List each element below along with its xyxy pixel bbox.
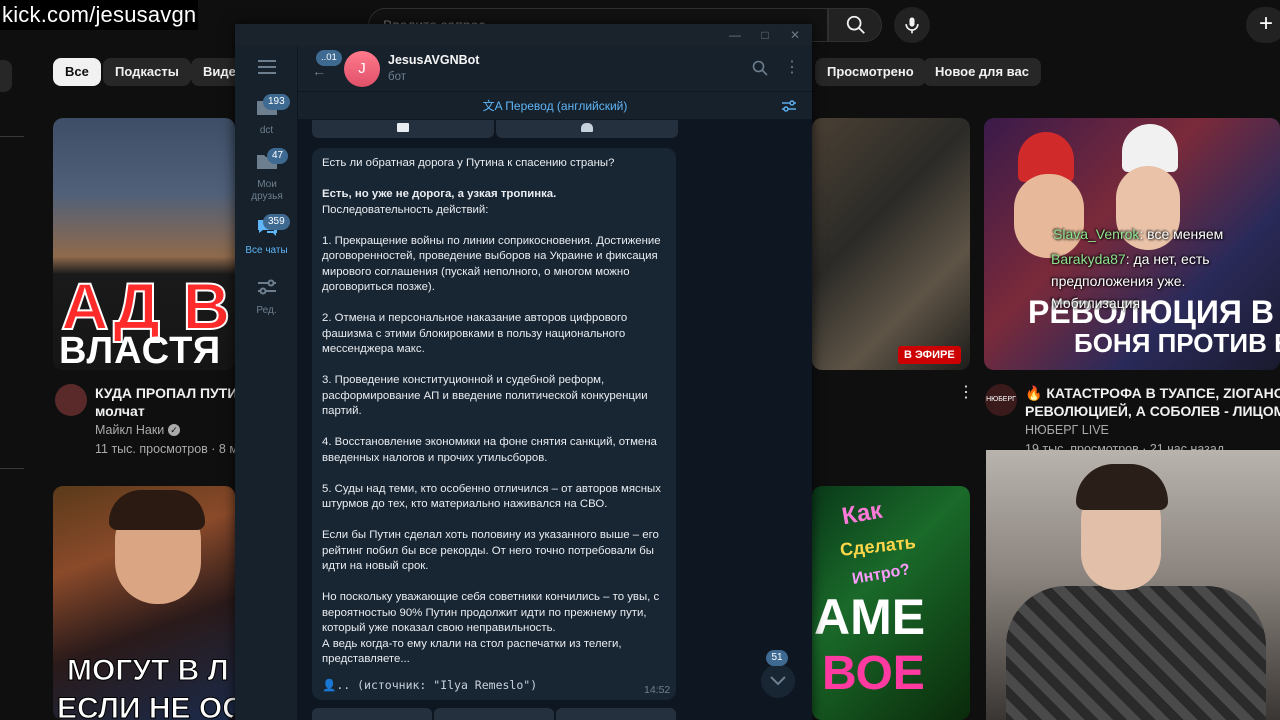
video-title[interactable]: КУДА ПРОПАЛ ПУТИН xyxy=(95,384,248,402)
thumbnail-face xyxy=(1014,174,1084,258)
message-bubble[interactable]: Есть ли обратная дорога у Путина к спасе… xyxy=(312,148,676,700)
settings-sliders-icon[interactable] xyxy=(782,100,796,112)
folder-label: Ред. xyxy=(256,305,277,316)
divider xyxy=(0,468,24,469)
chat-area: Есть ли обратная дорога у Путина к спасе… xyxy=(298,120,812,720)
translate-bar[interactable]: 文A Перевод (английский) xyxy=(298,92,812,120)
user-icon xyxy=(581,123,593,132)
video-thumbnail[interactable]: МОГУТ В Л ЕСЛИ НЕ ОСТА xyxy=(53,486,235,720)
chat-status: бот xyxy=(388,71,406,83)
chat-header: ← ..01 J JesusAVGNBot бот ⋮ xyxy=(298,46,812,92)
inline-keyboard-button[interactable] xyxy=(434,708,554,720)
video-thumbnail[interactable]: В ЭФИРЕ xyxy=(812,118,970,370)
message-time: 14:52 xyxy=(644,684,671,696)
thumbnail-text: Сделать xyxy=(839,532,917,560)
folder-label: dct xyxy=(259,125,274,136)
webcam-overlay xyxy=(986,450,1280,720)
stream-chat-line: Barakyda87: да нет, есть xyxy=(1051,251,1210,267)
chip-watched[interactable]: Просмотрено xyxy=(815,58,926,86)
thumbnail-text: МОГУТ В Л xyxy=(67,654,230,688)
fire-icon: 🔥 xyxy=(1025,385,1043,401)
folder-label: Все чаты xyxy=(245,245,288,256)
title-bar: — □ ✕ xyxy=(235,24,812,46)
edit-icon xyxy=(257,279,276,295)
video-title-line2[interactable]: РЕВОЛЮЦИЕЙ, А СОБОЛЕВ - ЛИЦОМ І М xyxy=(1025,402,1280,420)
thumbnail-cap xyxy=(1122,124,1178,172)
inline-keyboard-button[interactable] xyxy=(312,708,432,720)
inline-keyboard-button[interactable] xyxy=(496,120,678,138)
chip-all[interactable]: Все xyxy=(53,58,101,86)
translate-icon: 文A xyxy=(482,99,502,113)
channel-name[interactable]: Майкл Наки xyxy=(95,423,164,437)
scroll-to-bottom-button[interactable] xyxy=(761,664,795,698)
stream-chat-line: предположения уже. xyxy=(1051,273,1186,289)
video-meta: 11 тыс. просмотров · 8 м xyxy=(95,442,238,456)
search-button[interactable] xyxy=(828,8,882,42)
user-icon: 👤 xyxy=(322,678,337,692)
folder-label: Мои друзья xyxy=(251,179,283,202)
menu-button[interactable] xyxy=(235,60,298,74)
video-thumbnail[interactable]: РЕВОЛЮЦИЯ В Р БОНЯ ПРОТИВ Е xyxy=(984,118,1280,370)
chip-podcasts[interactable]: Подкасты xyxy=(103,58,191,86)
chip-new-for-you[interactable]: Новое для вас xyxy=(923,58,1041,86)
close-icon[interactable]: ✕ xyxy=(787,27,803,43)
search-icon xyxy=(846,15,865,34)
back-arrow-icon[interactable]: ← xyxy=(312,64,330,78)
telegram-window: — □ ✕ 193 dct 47 Мои друзья 359 Все чаты… xyxy=(235,24,812,720)
thumbnail-text: Интро? xyxy=(850,561,912,588)
inline-keyboard-button[interactable] xyxy=(556,708,676,720)
inline-keyboard-button[interactable] xyxy=(312,120,494,138)
guide-chip-edge xyxy=(0,60,12,92)
channel-name[interactable]: НЮБЕРГ LIVE xyxy=(1025,423,1109,437)
more-options-icon[interactable]: ⋮ xyxy=(784,58,800,78)
translate-label: Перевод (английский) xyxy=(505,99,628,113)
microphone-icon xyxy=(905,17,919,34)
unread-count-badge: 51 xyxy=(766,650,788,666)
chat-title[interactable]: JesusAVGNBot xyxy=(388,53,479,67)
unread-badge: 359 xyxy=(263,214,290,230)
back-unread-badge: ..01 xyxy=(316,50,342,66)
search-icon[interactable] xyxy=(752,60,768,76)
image-icon xyxy=(397,123,409,132)
unread-badge: 47 xyxy=(267,148,289,164)
folder-my-friends[interactable]: 47 Мои друзья xyxy=(235,148,298,203)
thumbnail-text: ВЛАСТЯ xyxy=(59,330,222,370)
channel-avatar[interactable] xyxy=(55,384,87,416)
menu-icon xyxy=(257,60,276,74)
channel-avatar[interactable]: НЮБЕРГ xyxy=(985,384,1017,416)
webcam-body xyxy=(1006,586,1266,720)
thumbnail-text: ЕСЛИ НЕ ОСТА xyxy=(56,692,235,720)
webcam-hair xyxy=(1076,464,1168,510)
message-text: Есть ли обратная дорога у Путина к спасе… xyxy=(322,157,665,665)
folder-edit[interactable]: Ред. xyxy=(235,278,298,317)
minimize-icon[interactable]: — xyxy=(727,27,743,43)
chevron-down-icon xyxy=(770,676,786,686)
thumbnail-text: ВОЕ xyxy=(822,647,925,700)
video-title-line2[interactable]: молчат xyxy=(95,402,145,420)
video-thumbnail[interactable]: Как Сделать Интро? AME ВОЕ xyxy=(812,486,970,720)
verified-icon: ✓ xyxy=(168,424,180,436)
unread-badge: 193 xyxy=(263,94,290,110)
stream-chat-line: Slava_Venrok: все меняем xyxy=(1053,226,1224,242)
plus-icon[interactable]: + xyxy=(1246,7,1280,43)
stream-url-overlay: kick.com/jesusavgn xyxy=(0,0,199,30)
thumbnail-text: AME xyxy=(814,589,926,645)
divider xyxy=(0,136,24,137)
more-options-icon[interactable]: ⋮ xyxy=(958,384,974,402)
video-thumbnail[interactable]: АД В ВЛАСТЯ xyxy=(53,118,235,370)
avatar[interactable]: J xyxy=(344,51,380,87)
live-badge: В ЭФИРЕ xyxy=(898,346,961,364)
thumbnail-text: Как xyxy=(839,496,885,531)
stream-chat-line: Мобилизация xyxy=(1051,295,1141,311)
voice-search-button[interactable] xyxy=(894,7,930,43)
folder-dct[interactable]: 193 dct xyxy=(235,94,298,137)
folder-all-chats[interactable]: 359 Все чаты xyxy=(235,214,298,257)
thumbnail-hair xyxy=(109,490,205,530)
thumbnail-text: БОНЯ ПРОТИВ Е xyxy=(1074,328,1280,358)
message-source: 👤.. (источник: "Ilya Remeslo") xyxy=(322,678,538,692)
maximize-icon[interactable]: □ xyxy=(757,27,773,43)
folders-sidebar: 193 dct 47 Мои друзья 359 Все чаты Ред. xyxy=(235,46,298,720)
video-title[interactable]: 🔥 КАТАСТРОФА В ТУАПСЕ, ZIОГАНОВ П xyxy=(1025,384,1280,402)
